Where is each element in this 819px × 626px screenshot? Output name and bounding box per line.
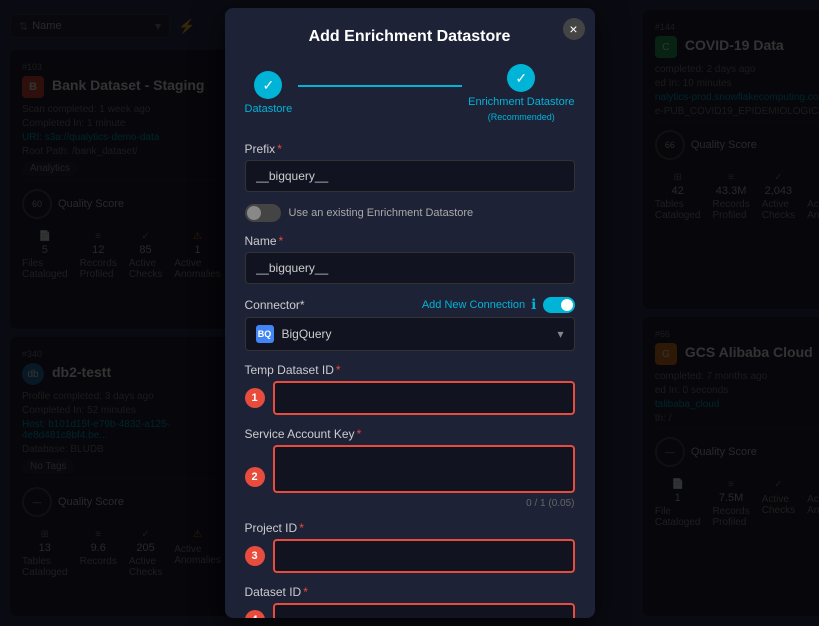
close-button[interactable]: × [563,18,585,40]
toggle-row: Use an existing Enrichment Datastore [245,204,575,222]
prefix-input[interactable] [245,160,575,192]
char-count: 0 / 1 (0.05) [273,498,575,509]
step2-label: Enrichment Datastore [468,96,574,108]
existing-datastore-toggle[interactable] [245,204,281,222]
step-enrichment: ✓ Enrichment Datastore (Recommended) [468,64,574,122]
project-id-wrapper: 3 [273,539,575,573]
dataset-id-group: Dataset ID* 4 [245,585,575,618]
temp-dataset-label: Temp Dataset ID* [245,363,575,377]
step-connector [298,85,462,87]
dataset-id-label: Dataset ID* [245,585,575,599]
connector-select-left: BQ BigQuery [256,325,332,343]
add-connection-toggle[interactable] [543,297,575,313]
temp-dataset-input[interactable] [273,381,575,415]
step-number-4: 4 [245,610,265,618]
connector-row: Connector* Add New Connection ℹ [245,296,575,313]
add-new-connection[interactable]: Add New Connection ℹ [422,296,575,313]
step2-circle: ✓ [507,64,535,92]
connector-chevron-icon: ▾ [557,327,563,341]
service-account-label: Service Account Key* [245,427,575,441]
dataset-id-input[interactable] [273,603,575,618]
add-connection-toggle-knob [561,299,573,311]
name-input[interactable] [245,252,575,284]
add-connection-label: Add New Connection [422,299,525,311]
project-id-group: Project ID* 3 [245,521,575,573]
project-id-input[interactable] [273,539,575,573]
add-enrichment-modal: × Add Enrichment Datastore ✓ Datastore ✓… [225,8,595,618]
step2-sublabel: (Recommended) [488,112,555,122]
steps-indicator: ✓ Datastore ✓ Enrichment Datastore (Reco… [245,64,575,122]
modal-overlay: × Add Enrichment Datastore ✓ Datastore ✓… [0,0,819,626]
modal-title: Add Enrichment Datastore [245,28,575,46]
name-label: Name* [245,234,575,248]
toggle-label: Use an existing Enrichment Datastore [289,207,474,219]
temp-dataset-group: Temp Dataset ID* 1 [245,363,575,415]
step-datastore: ✓ Datastore [245,71,293,115]
dataset-id-wrapper: 4 [273,603,575,618]
name-group: Name* [245,234,575,284]
connector-select[interactable]: BQ BigQuery ▾ [245,317,575,351]
info-circle-icon: ℹ [531,296,536,313]
step1-circle: ✓ [254,71,282,99]
bigquery-icon: BQ [256,325,274,343]
prefix-label: Prefix* [245,142,575,156]
service-account-input[interactable] [273,445,575,493]
project-id-label: Project ID* [245,521,575,535]
temp-dataset-wrapper: 1 [273,381,575,415]
prefix-group: Prefix* [245,142,575,192]
step-number-1: 1 [245,388,265,408]
service-account-group: Service Account Key* 2 0 / 1 (0.05) [245,427,575,509]
connector-label: Connector* [245,298,305,312]
toggle-knob [247,206,261,220]
step-number-3: 3 [245,546,265,566]
step-number-2: 2 [245,467,265,487]
connector-value: BigQuery [282,327,332,341]
service-account-wrapper: 2 0 / 1 (0.05) [273,445,575,509]
step1-label: Datastore [245,103,293,115]
